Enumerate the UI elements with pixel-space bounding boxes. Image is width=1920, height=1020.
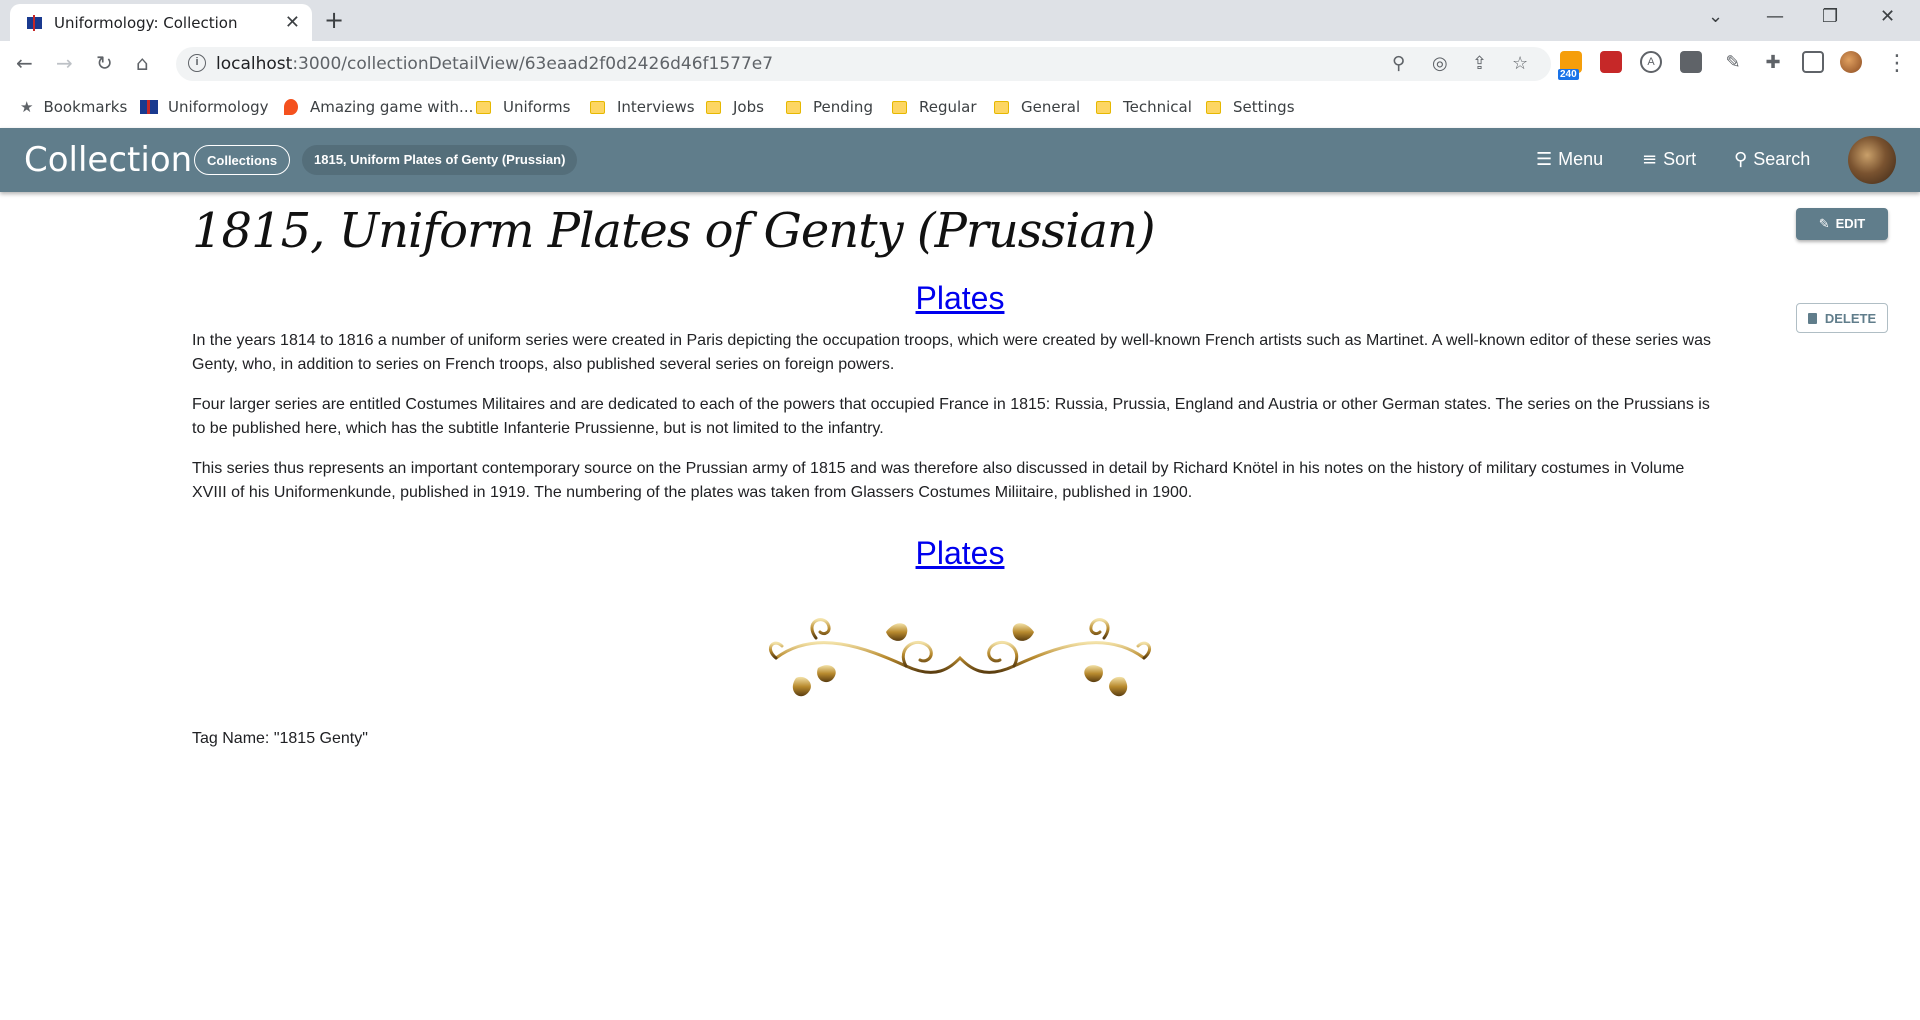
plates-link-bottom[interactable]: Plates xyxy=(0,535,1920,572)
bookmark-folder[interactable]: Interviews xyxy=(590,98,695,116)
extensions-puzzle-icon[interactable]: ✚ xyxy=(1762,51,1784,73)
bookmark-folder[interactable]: Pending xyxy=(786,98,873,116)
close-tab-icon[interactable]: ✕ xyxy=(285,12,300,33)
folder-icon xyxy=(1096,101,1111,114)
bookmark-folder[interactable]: Uniforms xyxy=(476,98,570,116)
app-title: Collection xyxy=(24,140,193,180)
folder-icon xyxy=(786,101,801,114)
window-close-icon[interactable]: ✕ xyxy=(1880,6,1895,27)
address-bar[interactable]: i localhost:3000/collectionDetailView/63… xyxy=(176,47,1551,81)
browser-menu-icon[interactable]: ⋮ xyxy=(1886,51,1908,76)
plates-link-top[interactable]: Plates xyxy=(0,280,1920,317)
bookmarks-bar: ★ Bookmarks Uniformology Amazing game wit… xyxy=(0,88,1920,128)
edit-button[interactable]: ✎ EDIT xyxy=(1796,208,1888,240)
home-icon[interactable]: ⌂ xyxy=(136,51,149,75)
folder-icon xyxy=(1206,101,1221,114)
bookmark-star-icon[interactable]: ☆ xyxy=(1512,53,1528,74)
bookmark-folder[interactable]: Technical xyxy=(1096,98,1192,116)
sort-button[interactable]: ≡ Sort xyxy=(1642,149,1696,170)
sort-icon: ≡ xyxy=(1642,149,1658,170)
folder-icon xyxy=(590,101,605,114)
search-icon: ⚲ xyxy=(1734,149,1748,170)
browser-toolbar: ← → ↻ ⌂ i localhost:3000/collectionDetai… xyxy=(0,41,1920,88)
bookmark-item[interactable]: ★ Bookmarks xyxy=(20,98,127,116)
folder-icon xyxy=(706,101,721,114)
game-icon xyxy=(284,99,298,115)
bookmark-item[interactable]: Amazing game with... xyxy=(284,98,473,116)
folder-icon xyxy=(476,101,491,114)
profile-avatar[interactable] xyxy=(1840,51,1862,73)
minimize-icon[interactable]: — xyxy=(1766,6,1784,27)
back-icon[interactable]: ← xyxy=(16,51,33,75)
search-button[interactable]: ⚲ Search xyxy=(1734,149,1810,170)
bookmark-folder[interactable]: Regular xyxy=(892,98,977,116)
breadcrumb-current[interactable]: 1815, Uniform Plates of Genty (Prussian) xyxy=(302,145,578,175)
reload-icon[interactable]: ↻ xyxy=(96,51,113,75)
url-text[interactable]: localhost:3000/collectionDetailView/63ea… xyxy=(216,54,773,74)
breadcrumb-collections[interactable]: Collections xyxy=(194,145,291,175)
user-avatar[interactable] xyxy=(1848,136,1896,184)
bookmark-item[interactable]: Uniformology xyxy=(140,98,269,116)
forward-icon[interactable]: → xyxy=(56,51,73,75)
browser-tab[interactable]: Uniformology: Collection ✕ xyxy=(10,4,312,41)
site-info-icon[interactable]: i xyxy=(188,54,206,72)
folder-icon xyxy=(994,101,1009,114)
page-title: 1815, Uniform Plates of Genty (Prussian) xyxy=(192,203,1156,259)
tab-search-icon[interactable]: ⌄ xyxy=(1708,6,1723,27)
pencil-icon: ✎ xyxy=(1818,217,1830,232)
eye-off-icon[interactable]: ◎ xyxy=(1432,53,1448,74)
star-icon: ★ xyxy=(20,98,34,116)
restore-icon[interactable]: ❐ xyxy=(1822,6,1838,27)
share-icon[interactable]: ⇪ xyxy=(1472,53,1487,74)
bookmark-folder[interactable]: Settings xyxy=(1206,98,1295,116)
extension-badge: 240 xyxy=(1558,69,1579,80)
ornament-divider-icon xyxy=(769,618,1151,697)
app-header: Collection Collections 1815, Uniform Pla… xyxy=(0,128,1920,192)
menu-icon: ☰ xyxy=(1536,149,1553,170)
zoom-icon[interactable]: ⚲ xyxy=(1392,53,1405,74)
tab-title: Uniformology: Collection xyxy=(54,14,238,32)
bookmark-folder[interactable]: Jobs xyxy=(706,98,764,116)
description-paragraph: In the years 1814 to 1816 a number of un… xyxy=(192,332,1711,373)
extension-a-icon[interactable]: A xyxy=(1640,51,1662,73)
extension-pen-icon[interactable]: ✎ xyxy=(1722,51,1744,73)
bookmark-folder[interactable]: General xyxy=(994,98,1080,116)
browser-tabstrip: Uniformology: Collection ✕ + ⌄ — ❐ ✕ xyxy=(0,0,1920,41)
description-paragraph: Four larger series are entitled Costumes… xyxy=(192,396,1710,437)
site-favicon-icon xyxy=(27,15,42,31)
tag-name: Tag Name: "1815 Genty" xyxy=(192,730,368,747)
menu-button[interactable]: ☰ Menu xyxy=(1536,149,1603,170)
side-panel-icon[interactable] xyxy=(1802,51,1824,73)
site-icon xyxy=(140,100,158,114)
new-tab-icon[interactable]: + xyxy=(324,6,344,34)
extension-red-icon[interactable] xyxy=(1600,51,1622,73)
qr-code-icon[interactable] xyxy=(1680,51,1702,73)
description-paragraph: This series thus represents an important… xyxy=(192,460,1685,501)
folder-icon xyxy=(892,101,907,114)
